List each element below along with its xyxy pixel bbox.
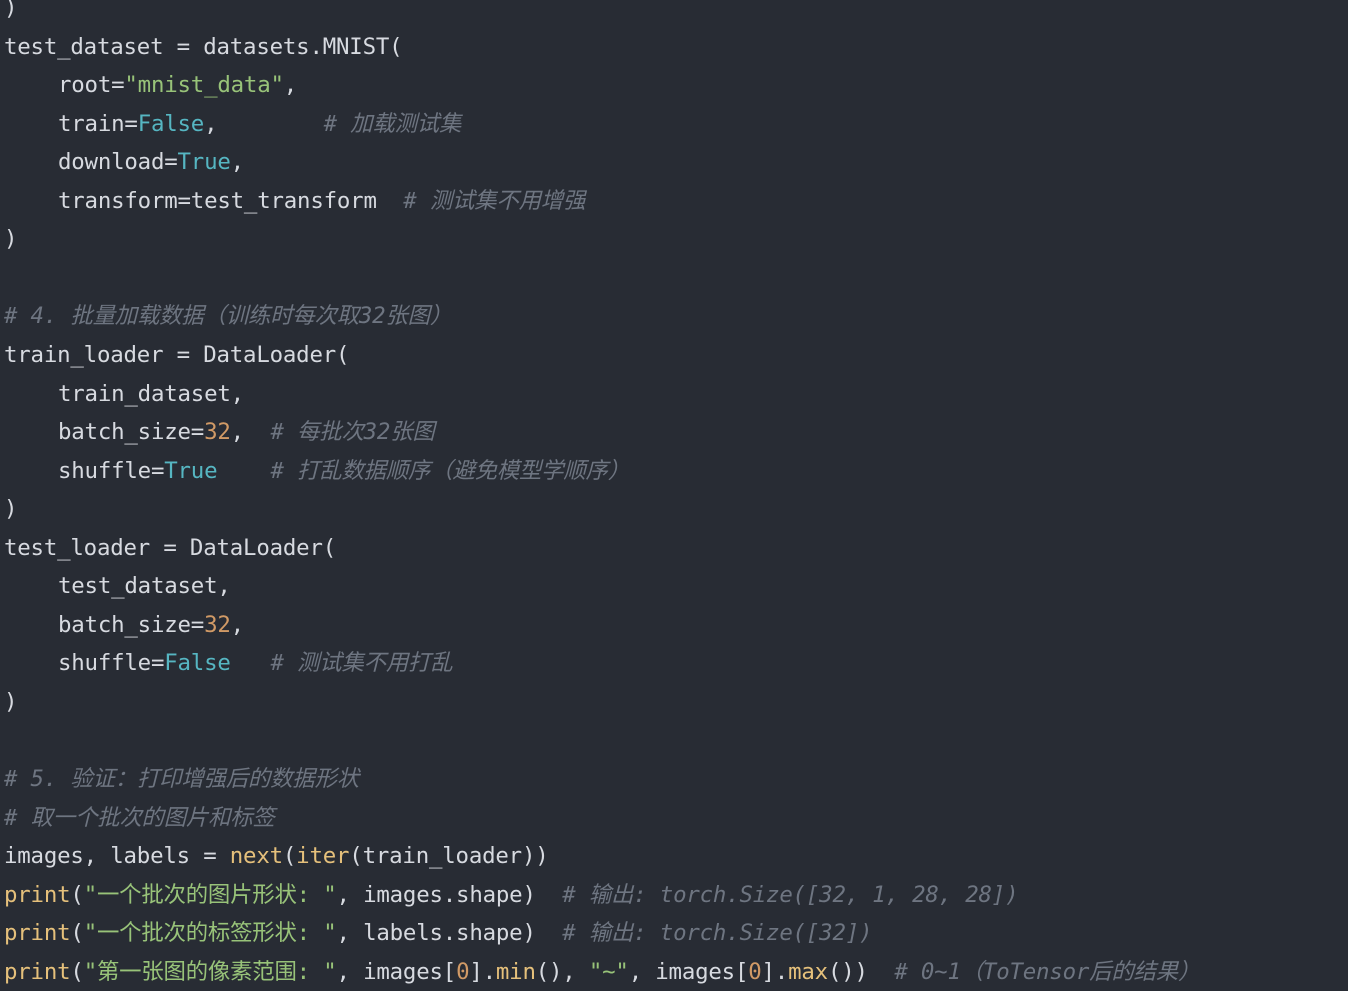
code-line[interactable]: ) [4, 0, 17, 27]
string-literal: "一个批次的标签形状: " [83, 920, 337, 947]
code-comment: # 每批次32张图 [270, 419, 435, 446]
code-text: shuffle= [58, 457, 165, 484]
string-literal: "mnist_data" [124, 72, 284, 99]
boolean-literal: False [137, 110, 205, 137]
code-line[interactable]: transform=test_transform # 测试集不用增强 [4, 182, 585, 220]
number-literal: 32 [204, 611, 231, 638]
code-text: train_dataset, [58, 380, 244, 407]
code-text: , images.shape) [336, 881, 563, 908]
code-text: , [230, 419, 271, 446]
code-comment: # 加载测试集 [323, 110, 462, 137]
code-comment: # 打乱数据顺序（避免模型学顺序） [270, 457, 631, 484]
code-line[interactable]: batch_size=32, [4, 606, 244, 644]
string-literal: "~" [588, 958, 629, 985]
code-line[interactable]: ) [4, 683, 17, 721]
code-line[interactable]: # 取一个批次的图片和标签 [4, 799, 275, 837]
code-comment: # 测试集不用打乱 [270, 650, 453, 677]
code-line[interactable]: download=True, [4, 143, 244, 181]
code-text: test_loader = DataLoader( [4, 534, 337, 561]
code-text: batch_size= [58, 419, 205, 446]
code-text: ]. [469, 958, 496, 985]
code-line[interactable]: test_dataset, [4, 567, 231, 605]
code-line[interactable]: images, labels = next(iter(train_loader)… [4, 837, 549, 875]
code-comment: # 输出: torch.Size([32, 1, 28, 28]) [562, 881, 1019, 908]
code-line[interactable]: root="mnist_data", [4, 66, 297, 104]
code-line[interactable]: test_dataset = datasets.MNIST( [4, 28, 403, 66]
number-literal: 32 [204, 419, 231, 446]
code-text: test_dataset, [58, 573, 231, 600]
string-literal: "一个批次的图片形状: " [83, 881, 337, 908]
code-text: , images[ [628, 958, 749, 985]
code-text: , [204, 110, 324, 137]
boolean-literal: False [164, 650, 231, 677]
code-text: images, labels = [4, 843, 230, 870]
code-line[interactable]: batch_size=32, # 每批次32张图 [4, 413, 435, 451]
function-name: next [229, 843, 283, 870]
code-text: ( [70, 881, 84, 908]
code-line[interactable]: print("第一张图的像素范围: ", images[0].min(), "~… [4, 953, 1200, 991]
number-literal: 0 [748, 958, 762, 985]
code-text: ) [4, 688, 18, 715]
code-comment: # 输出: torch.Size([32]) [562, 920, 873, 947]
code-text: test_dataset = datasets.MNIST( [4, 33, 403, 60]
code-text: ()) [827, 958, 895, 985]
boolean-literal: True [177, 149, 231, 176]
code-text: ]. [761, 958, 789, 985]
function-name: iter [296, 843, 350, 870]
code-text: ( [282, 843, 297, 870]
code-line[interactable]: ) [4, 220, 17, 258]
number-literal: 0 [456, 958, 470, 985]
function-name: print [4, 958, 71, 985]
code-line[interactable]: ) [4, 490, 17, 528]
code-comment: # 测试集不用增强 [403, 187, 586, 214]
code-editor[interactable]: ) test_dataset = datasets.MNIST( root="mni… [0, 0, 1348, 991]
code-text: , [230, 611, 244, 638]
string-literal: "第一张图的像素范围: " [83, 958, 337, 985]
code-text: ( [70, 920, 84, 947]
code-line[interactable]: test_loader = DataLoader( [4, 529, 336, 567]
code-line[interactable]: shuffle=True # 打乱数据顺序（避免模型学顺序） [4, 452, 630, 490]
code-text: root= [58, 72, 125, 99]
code-text: , images[ [336, 958, 457, 985]
code-text: , [283, 72, 298, 99]
code-line[interactable]: train=False, # 加载测试集 [4, 105, 461, 143]
code-comment: # 0~1（ToTensor后的结果） [894, 958, 1201, 985]
code-comment: # 5. 验证：打印增强后的数据形状 [4, 766, 359, 792]
code-line[interactable]: train_dataset, [4, 375, 244, 413]
code-text: ) [4, 226, 18, 253]
code-comment: # 取一个批次的图片和标签 [4, 804, 275, 831]
code-text: , [230, 149, 244, 176]
code-line[interactable]: # 5. 验证：打印增强后的数据形状 [4, 760, 359, 798]
code-line[interactable]: print("一个批次的图片形状: ", images.shape) # 输出:… [4, 876, 1019, 914]
code-text: shuffle= [58, 650, 165, 677]
code-text: batch_size= [58, 611, 205, 638]
code-text: ( [70, 958, 84, 985]
code-text: (train_loader)) [349, 843, 549, 870]
boolean-literal: True [164, 457, 218, 484]
function-name: max [788, 958, 828, 985]
code-line[interactable]: train_loader = DataLoader( [4, 336, 349, 374]
code-line[interactable]: shuffle=False # 测试集不用打乱 [4, 644, 453, 682]
code-comment: # 4. 批量加载数据（训练时每次取32张图） [4, 303, 453, 330]
function-name: print [4, 920, 71, 947]
code-text: train_loader = DataLoader( [4, 341, 350, 368]
code-text: train= [58, 110, 138, 137]
function-name: print [4, 881, 71, 908]
code-text: transform=test_transform [58, 187, 404, 214]
function-name: min [495, 958, 536, 985]
code-line[interactable]: print("一个批次的标签形状: ", labels.shape) # 输出:… [4, 914, 872, 952]
code-line[interactable]: # 4. 批量加载数据（训练时每次取32张图） [4, 297, 452, 335]
code-text: download= [58, 149, 178, 176]
code-text: , labels.shape) [336, 920, 563, 947]
code-text: (), [535, 958, 589, 985]
code-text: ) [4, 496, 18, 523]
code-text: ) [4, 0, 18, 21]
